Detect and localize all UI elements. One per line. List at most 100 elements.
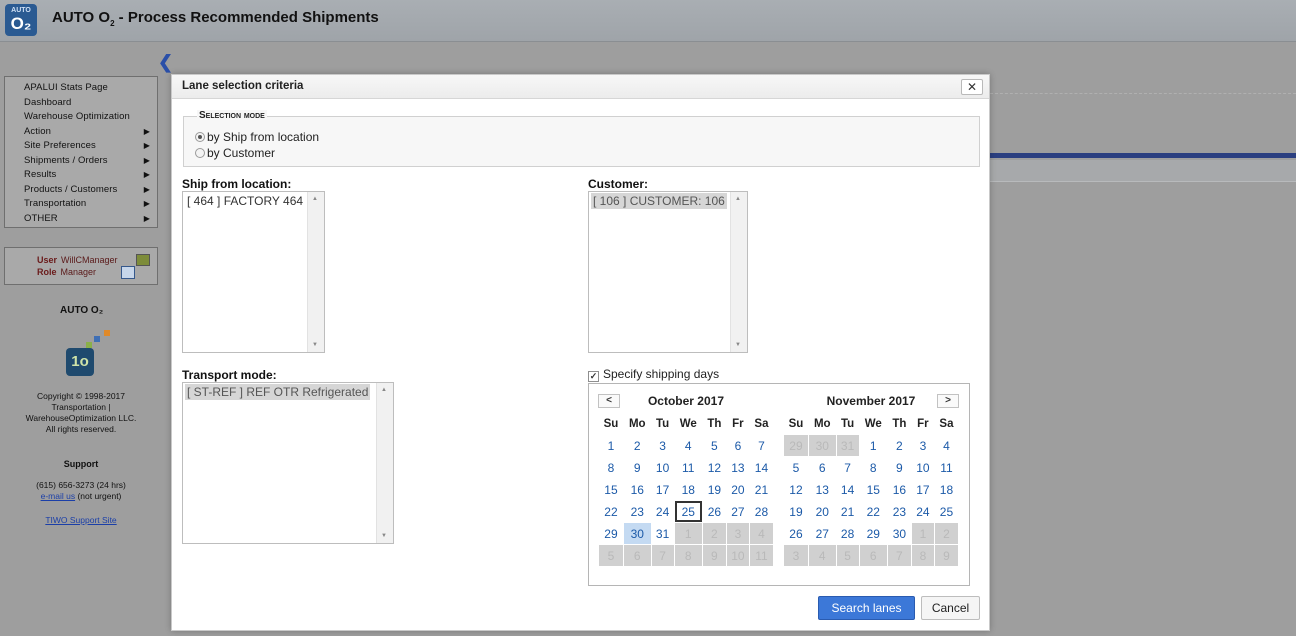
calendar-day[interactable]: 28	[749, 501, 773, 522]
calendar-day[interactable]: 29	[859, 523, 887, 544]
calendar-day[interactable]: 15	[859, 479, 887, 500]
radio-by-ship-from[interactable]: by Ship from location	[195, 130, 319, 144]
customer-listbox[interactable]: [ 106 ] CUSTOMER: 106 ▲ ▼	[588, 191, 748, 353]
user-icon[interactable]	[136, 254, 150, 266]
sidebar-item[interactable]: Site Preferences ▶	[5, 139, 157, 154]
role-value[interactable]: Manager	[61, 267, 97, 277]
calendar-day[interactable]: 3	[911, 435, 934, 456]
calendar-day[interactable]: 26	[702, 501, 726, 522]
list-item[interactable]: [ ST-REF ] REF OTR Refrigerated	[185, 384, 371, 400]
calendar-day[interactable]: 27	[808, 523, 836, 544]
calendar-day[interactable]: 7	[836, 457, 859, 478]
scrollbar[interactable]: ▲ ▼	[730, 192, 747, 352]
ship-from-listbox[interactable]: [ 464 ] FACTORY 464 ▲ ▼	[182, 191, 325, 353]
calendar-day[interactable]: 5	[702, 435, 726, 456]
calendar-day[interactable]: 5	[784, 457, 808, 478]
sidebar-item[interactable]: Results ▶	[5, 168, 157, 183]
next-month-button[interactable]: >	[937, 394, 959, 408]
calendar-day[interactable]: 13	[726, 457, 749, 478]
calendar-day[interactable]: 22	[859, 501, 887, 522]
calendar-day[interactable]: 4	[674, 435, 702, 456]
email-link[interactable]: e-mail us	[41, 491, 75, 501]
sidebar-item[interactable]: Warehouse Optimization	[5, 110, 157, 125]
calendar-day[interactable]: 21	[749, 479, 773, 500]
calendar-day[interactable]: 11	[674, 457, 702, 478]
calendar-day[interactable]: 22	[599, 501, 623, 522]
specify-shipping-days[interactable]: ✓ Specify shipping days	[588, 367, 719, 382]
checkbox[interactable]: ✓	[588, 371, 599, 382]
list-item[interactable]: [ 106 ] CUSTOMER: 106	[591, 193, 727, 209]
calendar-day[interactable]: 16	[887, 479, 911, 500]
calendar-day[interactable]: 17	[651, 479, 674, 500]
calendar-day[interactable]: 30	[887, 523, 911, 544]
close-icon[interactable]: ✕	[961, 79, 983, 95]
calendar-day[interactable]: 12	[784, 479, 808, 500]
calendar-day[interactable]: 20	[808, 501, 836, 522]
calendar-day[interactable]: 24	[911, 501, 934, 522]
calendar-day[interactable]: 6	[726, 435, 749, 456]
calendar-day[interactable]: 30	[623, 523, 651, 544]
calendar-day[interactable]: 16	[623, 479, 651, 500]
calendar-day[interactable]: 8	[599, 457, 623, 478]
calendar-icon[interactable]	[121, 266, 135, 279]
calendar-day[interactable]: 13	[808, 479, 836, 500]
calendar-day[interactable]: 25	[934, 501, 958, 522]
support-site-link[interactable]: TIWO Support Site	[45, 515, 116, 525]
scrollbar[interactable]: ▲ ▼	[376, 383, 393, 543]
calendar-day[interactable]: 31	[651, 523, 674, 544]
collapse-sidebar-icon[interactable]: ❮	[158, 52, 173, 73]
calendar-day[interactable]: 7	[749, 435, 773, 456]
radio-icon[interactable]	[195, 132, 205, 142]
scroll-up-icon[interactable]: ▲	[312, 196, 318, 202]
calendar-day[interactable]: 21	[836, 501, 859, 522]
sidebar-item[interactable]: Dashboard	[5, 96, 157, 111]
calendar-day[interactable]: 3	[651, 435, 674, 456]
app-logo[interactable]: AUTO O₂	[5, 4, 37, 36]
calendar-day[interactable]: 11	[934, 457, 958, 478]
calendar-day[interactable]: 10	[651, 457, 674, 478]
radio-icon[interactable]	[195, 148, 205, 158]
sidebar-item[interactable]: Transportation ▶	[5, 197, 157, 212]
user-value[interactable]: WillCManager	[61, 255, 118, 265]
calendar-day[interactable]: 26	[784, 523, 808, 544]
calendar-day[interactable]: 23	[887, 501, 911, 522]
calendar-day[interactable]: 4	[934, 435, 958, 456]
calendar-day[interactable]: 28	[836, 523, 859, 544]
transport-mode-listbox[interactable]: [ ST-REF ] REF OTR Refrigerated ▲ ▼	[182, 382, 394, 544]
prev-month-button[interactable]: <	[598, 394, 620, 408]
calendar-day[interactable]: 2	[887, 435, 911, 456]
calendar-day[interactable]: 6	[808, 457, 836, 478]
calendar-day[interactable]: 18	[674, 479, 702, 500]
calendar-day[interactable]: 10	[911, 457, 934, 478]
calendar-day[interactable]: 1	[599, 435, 623, 456]
calendar-day[interactable]: 20	[726, 479, 749, 500]
scroll-down-icon[interactable]: ▼	[381, 533, 387, 539]
scroll-down-icon[interactable]: ▼	[312, 342, 318, 348]
calendar-day[interactable]: 1	[859, 435, 887, 456]
search-lanes-button[interactable]: Search lanes	[818, 596, 915, 620]
scroll-up-icon[interactable]: ▲	[735, 196, 741, 202]
scroll-up-icon[interactable]: ▲	[381, 387, 387, 393]
calendar-day[interactable]: 14	[749, 457, 773, 478]
sidebar-item[interactable]: APALUI Stats Page	[5, 81, 157, 96]
calendar-day[interactable]: 19	[784, 501, 808, 522]
calendar-day[interactable]: 9	[887, 457, 911, 478]
calendar-day[interactable]: 19	[702, 479, 726, 500]
sidebar-item[interactable]: Action ▶	[5, 125, 157, 140]
calendar-day[interactable]: 12	[702, 457, 726, 478]
calendar-day[interactable]: 24	[651, 501, 674, 522]
calendar-day[interactable]: 2	[623, 435, 651, 456]
calendar-day[interactable]: 25	[674, 501, 702, 522]
scrollbar[interactable]: ▲ ▼	[307, 192, 324, 352]
sidebar-item[interactable]: Products / Customers ▶	[5, 183, 157, 198]
list-item[interactable]: [ 464 ] FACTORY 464	[185, 193, 305, 209]
calendar-day[interactable]: 18	[934, 479, 958, 500]
calendar-day[interactable]: 14	[836, 479, 859, 500]
sidebar-item[interactable]: Shipments / Orders ▶	[5, 154, 157, 169]
radio-by-customer[interactable]: by Customer	[195, 146, 275, 160]
scroll-down-icon[interactable]: ▼	[735, 342, 741, 348]
cancel-button[interactable]: Cancel	[921, 596, 980, 620]
calendar-day[interactable]: 17	[911, 479, 934, 500]
calendar-day[interactable]: 29	[599, 523, 623, 544]
sidebar-item[interactable]: OTHER ▶	[5, 212, 157, 227]
